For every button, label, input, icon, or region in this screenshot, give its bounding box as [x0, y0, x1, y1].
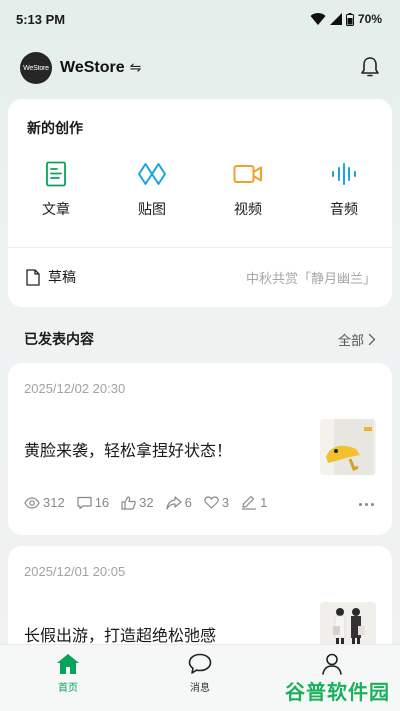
likes-stat: 32	[121, 495, 154, 510]
create-title: 新的创作	[27, 121, 83, 137]
pencil-icon	[242, 495, 257, 510]
avatar-logo-text: WeStore	[23, 64, 49, 72]
post-title: 长假出游，打造超绝松弛感	[24, 626, 217, 645]
video-icon	[233, 165, 262, 183]
published-header: 已发表内容 全部	[24, 324, 376, 354]
create-audio-button[interactable]: 音频	[296, 161, 392, 219]
tab-messages-label: 消息	[190, 683, 210, 694]
tab-home[interactable]: 首页	[38, 653, 98, 694]
sticker-icon	[138, 163, 166, 185]
views-stat: 312	[24, 495, 65, 510]
create-options: 文章 贴图 视频 音频	[8, 161, 392, 219]
favorites-count: 3	[221, 495, 230, 510]
create-article-label: 文章	[42, 202, 70, 218]
drafts-row[interactable]: 草稿 中秋共赏「静月幽兰」	[26, 248, 376, 306]
draft-file-icon	[26, 268, 40, 286]
post-card[interactable]: 2025/12/02 20:30 黄脸来袭，轻松拿捏好状态！ 312 16 32…	[8, 363, 392, 535]
tab-messages[interactable]: 消息	[170, 653, 230, 694]
latest-draft-title: 中秋共赏「静月幽兰」	[245, 271, 376, 287]
post-title: 黄脸来袭，轻松拿捏好状态！	[24, 441, 233, 460]
edits-count: 1	[260, 495, 268, 510]
tab-home-label: 首页	[58, 683, 78, 694]
post-thumbnail	[320, 419, 376, 475]
post-date: 2025/12/01 20:05	[24, 564, 126, 579]
view-all-button[interactable]: 全部	[338, 330, 376, 349]
comments-count: 16	[94, 495, 110, 510]
switch-account-icon[interactable]: ⇋	[130, 60, 142, 76]
create-article-button[interactable]: 文章	[8, 161, 104, 219]
drafts-label: 草稿	[48, 270, 76, 286]
home-icon	[57, 654, 79, 674]
create-video-button[interactable]: 视频	[200, 161, 296, 219]
comments-stat: 16	[77, 495, 109, 510]
status-time: 5:13 PM	[16, 11, 66, 27]
share-icon	[166, 495, 182, 510]
status-icons: 70%	[310, 12, 382, 26]
thumbnail-image	[320, 419, 376, 475]
favorites-stat: 3	[204, 495, 229, 510]
chat-bubble-icon	[188, 653, 212, 674]
comment-icon	[77, 496, 92, 509]
bell-icon[interactable]	[360, 56, 380, 78]
create-card: 新的创作 文章 贴图 视频 音频 草稿 中秋共赏「静月幽兰」	[8, 99, 392, 307]
create-sticker-label: 贴图	[138, 202, 166, 218]
document-icon	[46, 161, 66, 187]
more-options-icon[interactable]	[359, 503, 374, 506]
battery-icon	[345, 12, 354, 26]
published-title: 已发表内容	[24, 332, 94, 348]
battery-percent: 70%	[357, 12, 382, 26]
audio-icon	[332, 163, 356, 185]
create-video-label: 视频	[234, 202, 262, 218]
wifi-icon	[310, 13, 326, 25]
view-all-label: 全部	[337, 333, 364, 349]
status-bar: 5:13 PM 70%	[0, 0, 400, 38]
post-date: 2025/12/02 20:30	[24, 381, 126, 396]
person-icon	[322, 653, 342, 675]
create-sticker-button[interactable]: 贴图	[104, 161, 200, 219]
chevron-right-icon	[368, 333, 376, 345]
post-stats: 312 16 32 6 3 1	[24, 495, 279, 510]
thumbs-up-icon	[121, 495, 136, 510]
edits-stat: 1	[241, 495, 267, 510]
account-header: WeStore WeStore ⇋	[20, 50, 380, 86]
create-audio-label: 音频	[330, 202, 358, 218]
post-card[interactable]: 2025/12/01 20:05 长假出游，打造超绝松弛感	[8, 546, 392, 656]
site-watermark: 谷普软件园	[285, 680, 390, 704]
shares-count: 6	[184, 495, 192, 510]
shares-stat: 6	[166, 495, 192, 510]
tab-profile[interactable]	[302, 653, 362, 675]
signal-icon	[329, 13, 342, 25]
views-count: 312	[43, 495, 65, 510]
eye-icon	[24, 496, 40, 509]
store-name[interactable]: WeStore	[60, 59, 125, 77]
likes-count: 32	[139, 495, 154, 510]
avatar[interactable]: WeStore	[20, 52, 52, 84]
heart-icon	[204, 496, 219, 509]
